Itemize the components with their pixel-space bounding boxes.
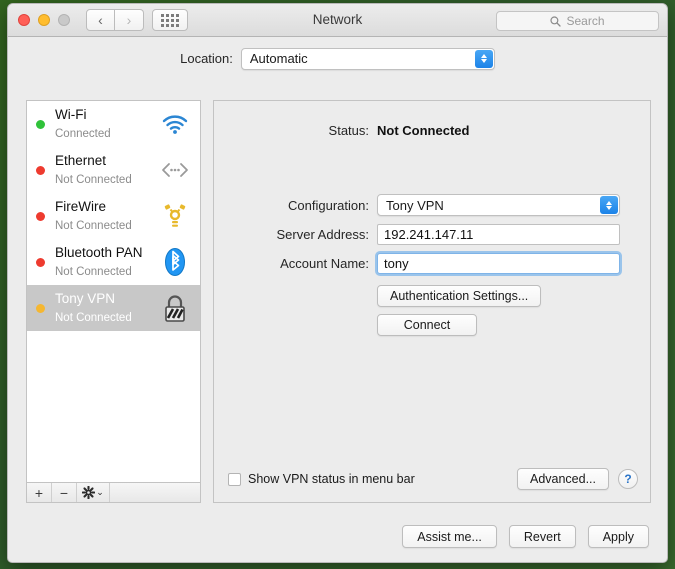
location-select[interactable]: Automatic <box>240 47 495 70</box>
vpn-detail-panel: Status: Not Connected Configuration: Ton… <box>213 100 651 503</box>
sidebar-item-tony-vpn[interactable]: Tony VPN Not Connected <box>27 285 200 331</box>
account-name-label: Account Name: <box>280 256 369 271</box>
sidebar-item-ethernet[interactable]: Ethernet Not Connected <box>27 147 200 193</box>
status-dot <box>36 257 45 267</box>
vpn-lock-icon <box>158 293 192 323</box>
service-name: Wi-Fi <box>55 107 87 122</box>
location-selected-value: Automatic <box>249 51 308 66</box>
service-status: Not Connected <box>55 266 132 278</box>
server-address-row: Server Address: 192.241.147.11 <box>214 224 650 245</box>
network-services-list[interactable]: Wi-Fi Connected Ethernet Not Connected F… <box>26 100 201 482</box>
search-placeholder: Search <box>566 14 605 28</box>
authentication-settings-button[interactable]: Authentication Settings... <box>377 285 542 307</box>
sidebar-item-firewire[interactable]: FireWire Not Connected <box>27 193 200 239</box>
network-preferences-window: ‹ › Network Search Location: Automatic W… <box>7 3 668 563</box>
services-toolbar: + − ⌄ <box>26 482 201 503</box>
remove-service-button[interactable]: − <box>52 483 77 502</box>
show-vpn-status-label: Show VPN status in menu bar <box>248 472 415 486</box>
chevron-down-icon: ⌄ <box>96 487 104 497</box>
service-name: Ethernet <box>55 153 107 168</box>
status-dot <box>36 211 45 221</box>
status-dot <box>36 303 45 313</box>
chevron-updown-icon <box>474 49 493 68</box>
connect-button-row: Connect <box>214 314 650 336</box>
search-icon <box>550 15 562 27</box>
help-button[interactable]: ? <box>618 469 638 489</box>
configuration-value: Tony VPN <box>386 197 444 213</box>
chevron-updown-icon <box>600 196 618 214</box>
bluetooth-icon <box>158 247 192 277</box>
service-status: Not Connected <box>55 174 132 186</box>
panel-bottom-row: Show VPN status in menu bar Advanced... … <box>228 468 638 490</box>
auth-button-row: Authentication Settings... <box>214 285 650 307</box>
status-dot <box>36 119 45 129</box>
server-address-label: Server Address: <box>276 227 370 242</box>
account-name-input[interactable]: tony <box>377 253 620 274</box>
service-name: Tony VPN <box>55 291 116 306</box>
configuration-select[interactable]: Tony VPN <box>377 194 620 216</box>
revert-button[interactable]: Revert <box>508 525 576 548</box>
service-name: FireWire <box>55 199 106 214</box>
search-input[interactable]: Search <box>496 11 659 31</box>
apply-button[interactable]: Apply <box>587 525 649 548</box>
show-vpn-status-checkbox[interactable] <box>228 472 241 486</box>
vpn-form: Configuration: Tony VPN Server Address: … <box>214 194 650 343</box>
wifi-icon <box>158 114 192 134</box>
service-actions-button[interactable]: ⌄ <box>77 483 110 502</box>
status-badge: Not Connected <box>377 123 470 138</box>
window-footer-buttons: Assist me... Revert Apply <box>402 525 649 548</box>
advanced-button[interactable]: Advanced... <box>516 468 609 490</box>
show-vpn-status-checkbox-row[interactable]: Show VPN status in menu bar <box>228 472 517 486</box>
status-dot <box>36 165 45 175</box>
service-status: Connected <box>55 128 111 140</box>
service-status: Not Connected <box>55 220 132 232</box>
service-status: Not Connected <box>55 312 132 324</box>
sidebar-item-bluetooth-pan[interactable]: Bluetooth PAN Not Connected <box>27 239 200 285</box>
location-row: Location: Automatic <box>8 37 667 80</box>
account-name-row: Account Name: tony <box>214 253 650 274</box>
configuration-row: Configuration: Tony VPN <box>214 194 650 216</box>
status-label: Status: <box>328 123 369 138</box>
location-label: Location: <box>180 51 233 66</box>
configuration-label: Configuration: <box>288 197 369 213</box>
ethernet-icon <box>158 161 192 179</box>
sidebar-item-wi-fi[interactable]: Wi-Fi Connected <box>27 101 200 147</box>
add-service-button[interactable]: + <box>27 483 52 502</box>
firewire-icon <box>158 204 192 228</box>
status-row: Status: Not Connected <box>214 123 650 138</box>
connect-button[interactable]: Connect <box>377 314 477 336</box>
server-address-input[interactable]: 192.241.147.11 <box>377 224 620 245</box>
titlebar: ‹ › Network Search <box>8 4 667 37</box>
gear-icon <box>82 486 96 499</box>
main-content: Wi-Fi Connected Ethernet Not Connected F… <box>8 80 667 562</box>
assist-me-button[interactable]: Assist me... <box>402 525 497 548</box>
service-name: Bluetooth PAN <box>55 245 143 260</box>
